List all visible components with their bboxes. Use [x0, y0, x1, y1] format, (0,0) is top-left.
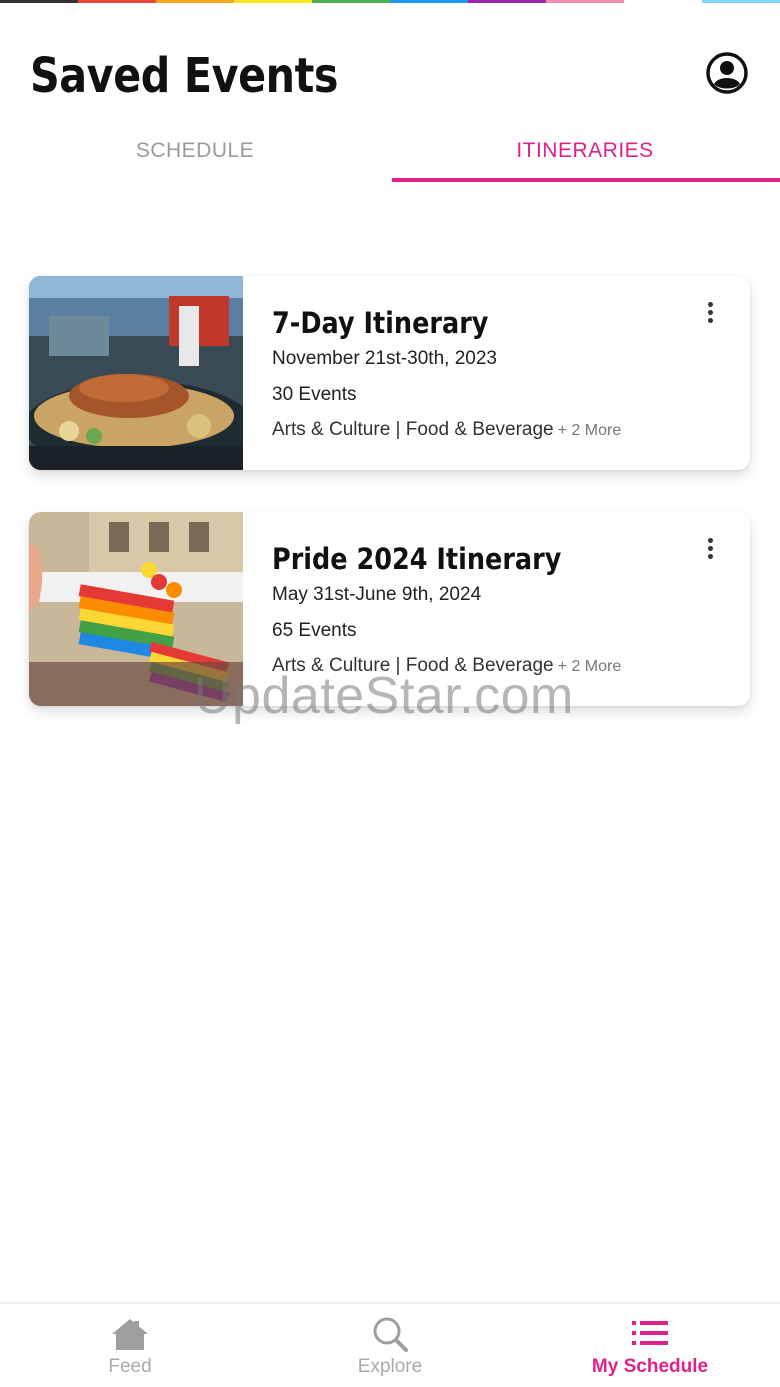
list-icon	[632, 1321, 668, 1345]
itinerary-dates: May 31st-June 9th, 2024	[272, 584, 482, 605]
kebab-menu-icon	[700, 538, 720, 559]
more-options-button[interactable]	[700, 300, 720, 326]
itinerary-event-count: 30 Events	[272, 384, 357, 405]
itinerary-categories: Arts & Culture | Food & Beverage + 2 More	[272, 419, 621, 441]
tab-itineraries[interactable]: ITINERARIES	[390, 128, 780, 183]
nav-feed[interactable]: Feed	[0, 1304, 260, 1387]
nav-explore-label: Explore	[357, 1356, 423, 1377]
itinerary-card[interactable]: 7-Day Itinerary November 21st-30th, 2023…	[29, 276, 750, 470]
bottom-navigation: Feed Explore My Schedule	[0, 1302, 780, 1387]
nav-explore[interactable]: Explore	[260, 1304, 520, 1387]
watermark: UpdateStar.com	[194, 667, 574, 725]
page-title: Saved Events	[30, 48, 339, 104]
search-icon	[373, 1317, 408, 1352]
more-categories: + 2 More	[557, 422, 622, 439]
tab-bar: SCHEDULE ITINERARIES	[0, 128, 780, 183]
tab-schedule[interactable]: SCHEDULE	[0, 128, 390, 183]
itinerary-title: 7-Day Itinerary	[272, 306, 489, 340]
itinerary-title: Pride 2024 Itinerary	[272, 542, 562, 576]
page-header: Saved Events	[30, 40, 750, 110]
category-list: Arts & Culture | Food & Beverage	[272, 419, 554, 440]
home-icon	[112, 1319, 148, 1350]
itinerary-event-count: 65 Events	[272, 620, 357, 641]
nav-my-schedule[interactable]: My Schedule	[520, 1304, 780, 1387]
active-tab-indicator	[392, 178, 780, 182]
top-color-stripe	[0, 0, 780, 3]
nav-my-schedule-label: My Schedule	[591, 1356, 709, 1377]
more-options-button[interactable]	[700, 536, 720, 562]
itinerary-image-food	[29, 276, 243, 470]
itinerary-dates: November 21st-30th, 2023	[272, 348, 497, 369]
profile-button[interactable]	[704, 50, 750, 96]
user-circle-icon	[706, 52, 748, 94]
kebab-menu-icon	[700, 302, 720, 323]
nav-feed-label: Feed	[108, 1356, 152, 1377]
